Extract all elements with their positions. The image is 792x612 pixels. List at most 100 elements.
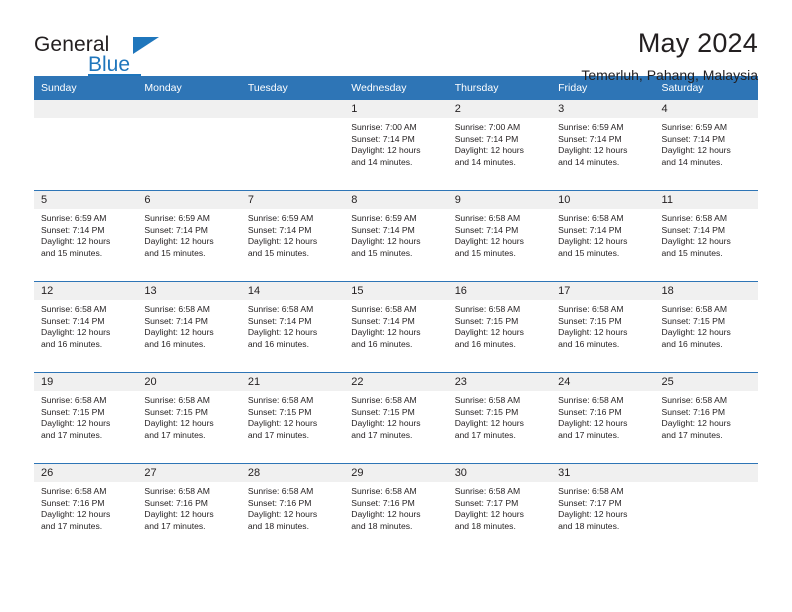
calendar-day-cell[interactable]: 31 Sunrise: 6:58 AM Sunset: 7:17 PM Dayligh…: [551, 463, 655, 554]
calendar-day-cell[interactable]: 24 Sunrise: 6:58 AM Sunset: 7:16 PM Dayligh…: [551, 372, 655, 464]
day-number: 1: [344, 100, 448, 118]
calendar-day-cell[interactable]: 23 Sunrise: 6:58 AM Sunset: 7:15 PM Dayligh…: [447, 372, 552, 464]
daylight-text-line1: Daylight: 12 hours: [661, 236, 731, 247]
day-cell-inner: 3 Sunrise: 6:59 AM Sunset: 7:14 PM Daylight…: [551, 100, 655, 190]
calendar-day-cell[interactable]: 8 Sunrise: 6:59 AM Sunset: 7:14 PM Daylight…: [344, 190, 448, 282]
daylight-text-line2: and 15 minutes.: [144, 247, 206, 258]
day-details: Sunrise: 6:58 AM Sunset: 7:15 PM Daylight:…: [34, 391, 137, 441]
sunrise-text: Sunrise: 6:58 AM: [454, 304, 521, 314]
calendar-page: General Blue May 2024 Temerluh, Pahang, …: [0, 0, 792, 612]
day-details: Sunrise: 6:58 AM Sunset: 7:15 PM Daylight:…: [448, 300, 551, 350]
daylight-text-line1: Daylight: 12 hours: [41, 236, 111, 247]
calendar-day-cell[interactable]: 18 Sunrise: 6:58 AM Sunset: 7:15 PM Dayligh…: [654, 281, 758, 373]
daylight-text-line1: Daylight: 12 hours: [558, 236, 628, 247]
calendar-day-cell[interactable]: 14 Sunrise: 6:58 AM Sunset: 7:14 PM Dayligh…: [240, 281, 345, 373]
calendar-day-cell[interactable]: 17 Sunrise: 6:58 AM Sunset: 7:15 PM Dayligh…: [551, 281, 655, 373]
daylight-text-line2: and 14 minutes.: [661, 156, 723, 167]
sunset-text: Sunset: 7:14 PM: [247, 224, 312, 235]
sunrise-text: Sunrise: 7:00 AM: [351, 122, 417, 132]
calendar-day-cell[interactable]: 1 Sunrise: 7:00 AM Sunset: 7:14 PM Daylight…: [344, 100, 448, 191]
daylight-text-line2: and 17 minutes.: [144, 429, 206, 440]
daylight-text-line1: Daylight: 12 hours: [351, 145, 421, 156]
day-number: 4: [654, 100, 758, 118]
sunset-text: Sunset: 7:14 PM: [247, 315, 312, 326]
daylight-text-line1: Daylight: 12 hours: [144, 418, 214, 429]
sunrise-text: Sunrise: 6:58 AM: [351, 395, 417, 405]
day-number: 14: [240, 282, 345, 300]
sunset-text: Sunset: 7:15 PM: [41, 406, 105, 417]
calendar-day-cell[interactable]: 20 Sunrise: 6:58 AM Sunset: 7:15 PM Dayligh…: [137, 372, 241, 464]
sunset-text: Sunset: 7:14 PM: [41, 315, 105, 326]
calendar-day-cell[interactable]: 5 Sunrise: 6:59 AM Sunset: 7:14 PM Daylight…: [34, 190, 138, 282]
day-cell-inner: [654, 464, 758, 554]
calendar-day-cell[interactable]: 25 Sunrise: 6:58 AM Sunset: 7:16 PM Dayligh…: [654, 372, 758, 464]
calendar-day-cell[interactable]: 6 Sunrise: 6:59 AM Sunset: 7:14 PM Daylight…: [137, 190, 241, 282]
day-cell-inner: 15 Sunrise: 6:58 AM Sunset: 7:14 PM Dayligh…: [344, 282, 448, 372]
day-cell-inner: 10 Sunrise: 6:58 AM Sunset: 7:14 PM Dayligh…: [551, 191, 655, 281]
triangle-flag-icon: [133, 37, 159, 54]
daylight-text-line2: and 18 minutes.: [558, 520, 620, 531]
calendar-day-cell[interactable]: 4 Sunrise: 6:59 AM Sunset: 7:14 PM Daylight…: [654, 100, 758, 191]
calendar-day-cell[interactable]: 26 Sunrise: 6:58 AM Sunset: 7:16 PM Dayligh…: [34, 463, 138, 554]
calendar-day-cell[interactable]: 30 Sunrise: 6:58 AM Sunset: 7:17 PM Dayligh…: [447, 463, 552, 554]
day-cell-inner: 4 Sunrise: 6:59 AM Sunset: 7:14 PM Daylight…: [654, 100, 758, 190]
sunrise-text: Sunrise: 6:58 AM: [144, 395, 210, 405]
day-number: 13: [137, 282, 241, 300]
calendar-day-cell[interactable]: 21 Sunrise: 6:58 AM Sunset: 7:15 PM Dayligh…: [240, 372, 345, 464]
calendar-day-cell[interactable]: 15 Sunrise: 6:58 AM Sunset: 7:14 PM Dayligh…: [344, 281, 448, 373]
page-header: General Blue May 2024 Temerluh, Pahang, …: [34, 0, 758, 83]
day-details: Sunrise: 6:58 AM Sunset: 7:14 PM Daylight:…: [448, 209, 551, 259]
day-details: Sunrise: 6:58 AM Sunset: 7:15 PM Daylight:…: [448, 391, 551, 441]
day-cell-inner: 14 Sunrise: 6:58 AM Sunset: 7:14 PM Dayligh…: [240, 282, 345, 372]
day-number: 6: [137, 191, 241, 209]
calendar-day-cell[interactable]: 9 Sunrise: 6:58 AM Sunset: 7:14 PM Daylight…: [447, 190, 552, 282]
calendar-day-cell-empty: [240, 100, 345, 191]
day-cell-inner: [137, 100, 241, 190]
day-details: Sunrise: 6:58 AM Sunset: 7:16 PM Daylight:…: [551, 391, 654, 441]
calendar-day-cell[interactable]: 12 Sunrise: 6:58 AM Sunset: 7:14 PM Dayligh…: [34, 281, 138, 373]
sunset-text: Sunset: 7:16 PM: [351, 497, 415, 508]
calendar-day-cell[interactable]: 2 Sunrise: 7:00 AM Sunset: 7:14 PM Daylight…: [447, 100, 552, 191]
weekday-header-wednesday: Wednesday: [344, 76, 448, 100]
day-details: Sunrise: 6:58 AM Sunset: 7:14 PM Daylight:…: [34, 300, 137, 350]
calendar-week-row: 12 Sunrise: 6:58 AM Sunset: 7:14 PM Dayligh…: [34, 281, 758, 373]
sunset-text: Sunset: 7:15 PM: [558, 315, 622, 326]
day-cell-inner: 25 Sunrise: 6:58 AM Sunset: 7:16 PM Dayligh…: [654, 373, 758, 463]
weekday-header-sunday: Sunday: [34, 76, 138, 100]
daylight-text-line1: Daylight: 12 hours: [661, 327, 731, 338]
daylight-text-line1: Daylight: 12 hours: [454, 418, 524, 429]
day-details: Sunrise: 6:58 AM Sunset: 7:14 PM Daylight:…: [551, 209, 654, 259]
calendar-day-cell[interactable]: 27 Sunrise: 6:58 AM Sunset: 7:16 PM Dayligh…: [137, 463, 241, 554]
day-number: [654, 464, 758, 482]
daylight-text-line1: Daylight: 12 hours: [41, 418, 111, 429]
calendar-day-cell[interactable]: 16 Sunrise: 6:58 AM Sunset: 7:15 PM Dayligh…: [447, 281, 552, 373]
day-cell-inner: 6 Sunrise: 6:59 AM Sunset: 7:14 PM Daylight…: [137, 191, 241, 281]
sunrise-text: Sunrise: 6:58 AM: [41, 395, 107, 405]
day-details: Sunrise: 6:59 AM Sunset: 7:14 PM Daylight:…: [551, 118, 654, 168]
calendar-day-cell[interactable]: 11 Sunrise: 6:58 AM Sunset: 7:14 PM Dayligh…: [654, 190, 758, 282]
day-cell-inner: 9 Sunrise: 6:58 AM Sunset: 7:14 PM Daylight…: [447, 191, 552, 281]
day-number: 10: [551, 191, 655, 209]
day-details: Sunrise: 6:58 AM Sunset: 7:14 PM Daylight:…: [137, 300, 240, 350]
day-cell-inner: 2 Sunrise: 7:00 AM Sunset: 7:14 PM Daylight…: [447, 100, 552, 190]
day-number: 18: [654, 282, 758, 300]
calendar-day-cell[interactable]: 19 Sunrise: 6:58 AM Sunset: 7:15 PM Dayligh…: [34, 372, 138, 464]
day-cell-inner: 23 Sunrise: 6:58 AM Sunset: 7:15 PM Dayligh…: [447, 373, 552, 463]
sunset-text: Sunset: 7:17 PM: [558, 497, 622, 508]
calendar-day-cell[interactable]: 28 Sunrise: 6:58 AM Sunset: 7:16 PM Dayligh…: [240, 463, 345, 554]
daylight-text-line2: and 14 minutes.: [558, 156, 620, 167]
calendar-day-cell[interactable]: 13 Sunrise: 6:58 AM Sunset: 7:14 PM Dayligh…: [137, 281, 241, 373]
day-number: 28: [240, 464, 345, 482]
day-details: Sunrise: 6:59 AM Sunset: 7:14 PM Daylight:…: [137, 209, 240, 259]
calendar-day-cell[interactable]: 10 Sunrise: 6:58 AM Sunset: 7:14 PM Dayligh…: [551, 190, 655, 282]
day-cell-inner: 24 Sunrise: 6:58 AM Sunset: 7:16 PM Dayligh…: [551, 373, 655, 463]
day-cell-inner: 29 Sunrise: 6:58 AM Sunset: 7:16 PM Dayligh…: [344, 464, 448, 554]
calendar-day-cell[interactable]: 7 Sunrise: 6:59 AM Sunset: 7:14 PM Daylight…: [240, 190, 345, 282]
calendar-day-cell[interactable]: 3 Sunrise: 6:59 AM Sunset: 7:14 PM Daylight…: [551, 100, 655, 191]
day-details: Sunrise: 7:00 AM Sunset: 7:14 PM Daylight:…: [344, 118, 447, 168]
day-details: Sunrise: 6:58 AM Sunset: 7:15 PM Daylight:…: [241, 391, 344, 441]
daylight-text-line2: and 15 minutes.: [558, 247, 620, 258]
calendar-day-cell[interactable]: 22 Sunrise: 6:58 AM Sunset: 7:15 PM Dayligh…: [344, 372, 448, 464]
calendar-day-cell[interactable]: 29 Sunrise: 6:58 AM Sunset: 7:16 PM Dayligh…: [344, 463, 448, 554]
sunset-text: Sunset: 7:14 PM: [351, 133, 415, 144]
